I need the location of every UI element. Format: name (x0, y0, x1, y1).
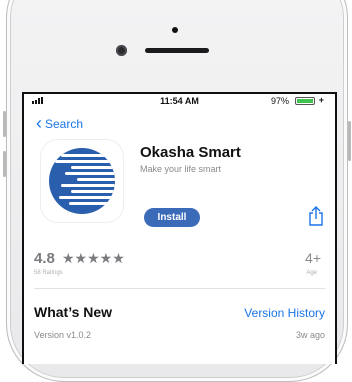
volume-button (3, 111, 6, 137)
chevron-left-icon: ‹ (36, 113, 42, 133)
version-history-link[interactable]: Version History (244, 306, 325, 320)
rating-count: 58 Ratings (34, 270, 63, 276)
version-label: Version v1.0.2 (34, 330, 92, 340)
rating-value: 4.8 (34, 250, 55, 267)
ratings-row: 4.8 ★★★★★ 58 Ratings 4+ Age (34, 250, 325, 280)
front-camera (172, 27, 178, 33)
power-button (348, 121, 351, 161)
divider (34, 288, 325, 289)
charging-icon: + (318, 95, 324, 105)
age-rating: 4+ (305, 250, 321, 266)
app-tagline: Make your life smart (140, 164, 222, 174)
volume-button (3, 151, 6, 177)
install-button[interactable]: Install (144, 208, 200, 227)
proximity-sensor (116, 45, 127, 56)
whats-new-title: What’s New (34, 304, 113, 320)
battery-icon (295, 97, 315, 105)
app-name: Okasha Smart (140, 144, 241, 161)
screen: 11:54 AM 97% + ‹ Search Okasha Smart Mak… (22, 92, 337, 364)
age-label: Age (306, 270, 317, 276)
earpiece-speaker (145, 48, 209, 53)
back-button[interactable]: ‹ Search (36, 113, 84, 133)
star-rating-icon: ★★★★★ (62, 250, 125, 266)
share-icon[interactable] (307, 206, 325, 226)
status-bar: 11:54 AM 97% + (24, 94, 335, 108)
app-icon (40, 139, 124, 223)
release-age: 3w ago (295, 330, 325, 340)
back-label: Search (45, 117, 84, 131)
battery-percent: 97% (270, 96, 289, 106)
